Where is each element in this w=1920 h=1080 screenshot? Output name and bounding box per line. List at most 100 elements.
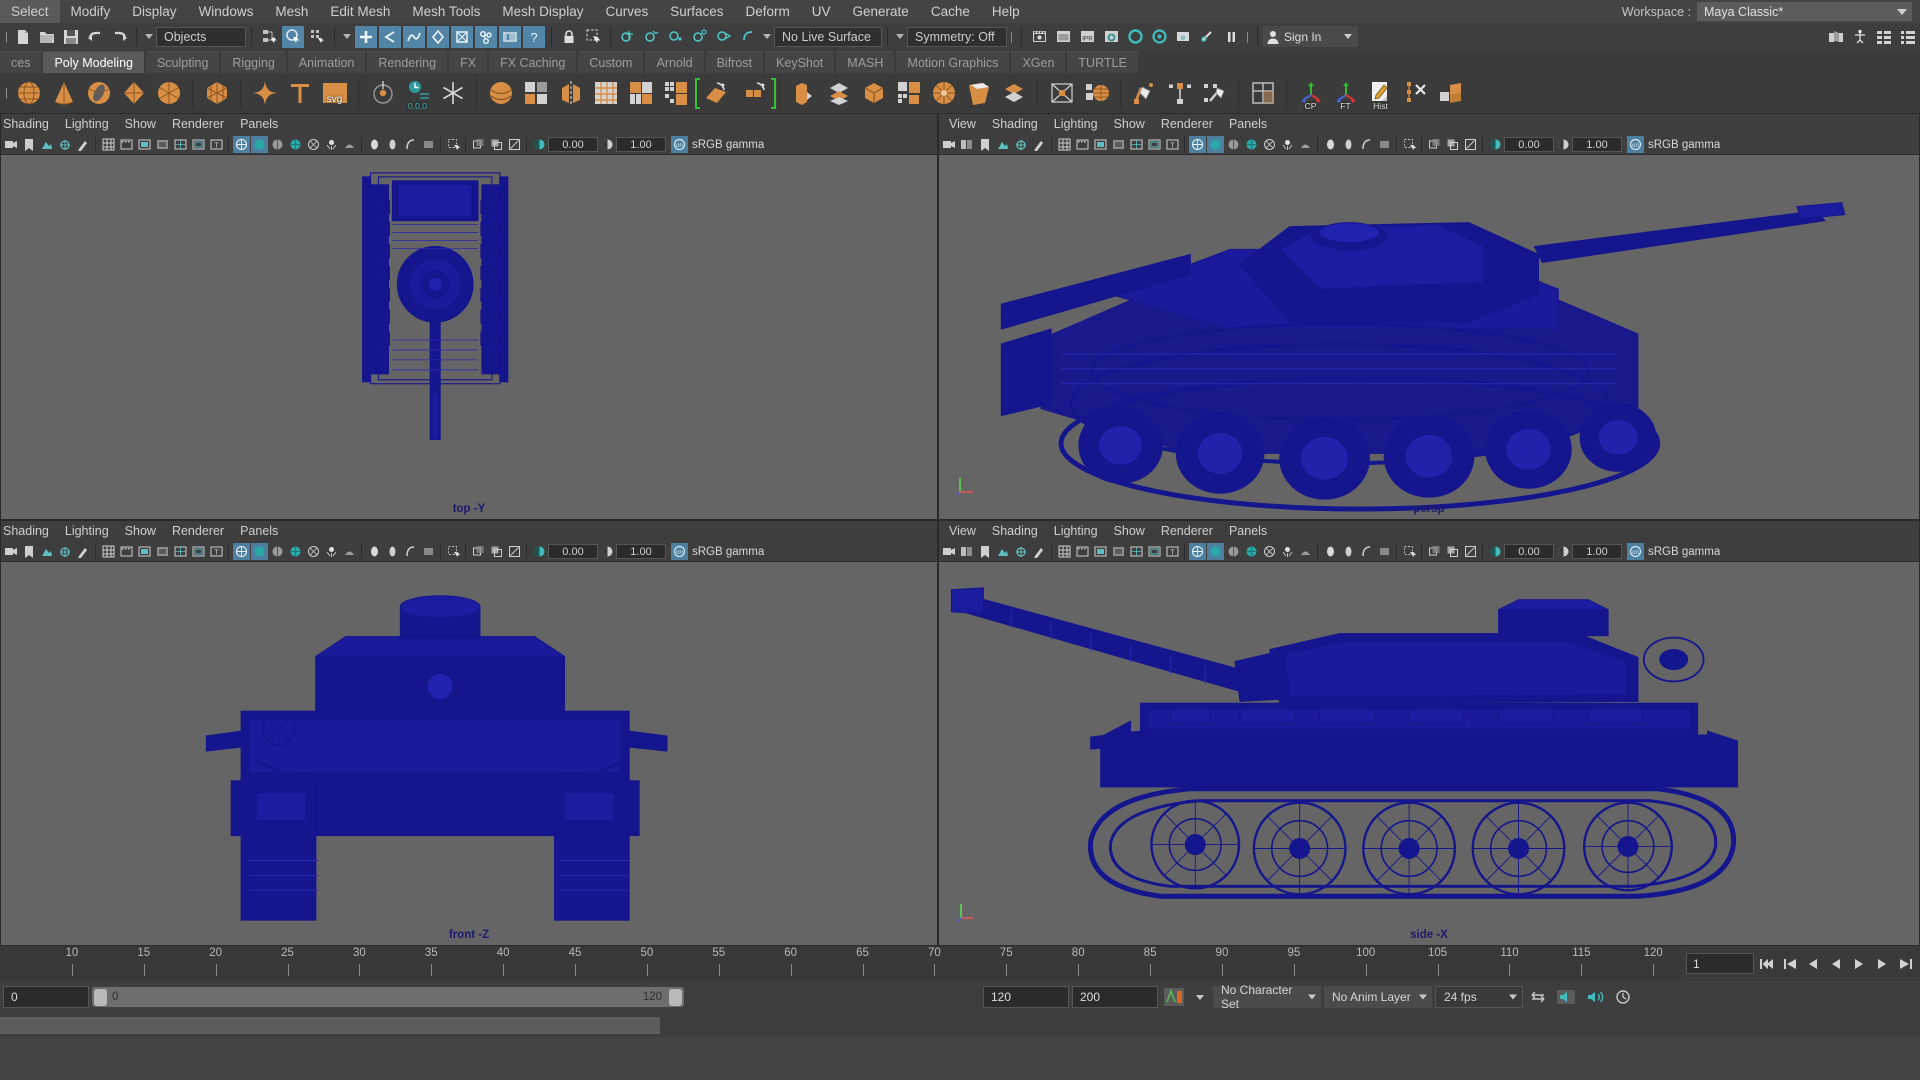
shade-wireframe-icon[interactable]	[269, 136, 286, 153]
append-polygon-icon[interactable]	[892, 77, 925, 110]
select-camera-icon[interactable]	[941, 543, 958, 560]
open-attribute-editor-icon[interactable]	[1849, 26, 1871, 48]
film-origin-icon[interactable]	[1128, 543, 1145, 560]
menu-item-generate[interactable]: Generate	[842, 0, 920, 23]
safe-action-icon[interactable]	[190, 543, 207, 560]
anim-layer-dropdown[interactable]: No Anim Layer	[1324, 986, 1432, 1008]
lock-icon[interactable]	[558, 26, 580, 48]
gate-mask-icon[interactable]	[154, 136, 171, 153]
viewport-panel-top[interactable]: Shading Lighting Show Renderer Panels	[0, 113, 938, 520]
shelf-tab-animation[interactable]: Animation	[288, 51, 366, 73]
two-panel-icon[interactable]	[959, 543, 976, 560]
quad-draw-icon[interactable]	[1246, 77, 1279, 110]
mask-surface-icon[interactable]	[403, 26, 425, 48]
panel-menu-lighting-side[interactable]: Lighting	[1046, 521, 1106, 542]
film-origin-icon[interactable]	[172, 543, 189, 560]
range-bar[interactable]: 0 120	[92, 987, 684, 1007]
menu-item-deform[interactable]: Deform	[735, 0, 801, 23]
wireframe-shading-icon[interactable]	[233, 136, 250, 153]
current-frame-field[interactable]: 1	[1686, 953, 1754, 974]
playback-end-field[interactable]: 200	[1072, 986, 1158, 1008]
shelf-tab-mash[interactable]: MASH	[836, 51, 894, 73]
merge-vertices-icon[interactable]	[997, 77, 1030, 110]
anti-alias-icon[interactable]	[402, 136, 419, 153]
range-start-handle[interactable]	[94, 989, 107, 1006]
poly-pipe-icon[interactable]	[152, 77, 185, 110]
snap-curve-icon[interactable]	[641, 26, 663, 48]
shelf-collapse-icon[interactable]: |	[2, 82, 11, 104]
open-channel-box-icon[interactable]	[1873, 26, 1895, 48]
undo-icon[interactable]	[84, 26, 106, 48]
menu-item-edit-mesh[interactable]: Edit Mesh	[319, 0, 401, 23]
shelf-tab-custom[interactable]: Custom	[578, 51, 643, 73]
safe-action-icon[interactable]	[1146, 543, 1163, 560]
textured-shading-icon[interactable]	[287, 136, 304, 153]
gamma-icon[interactable]	[599, 136, 616, 153]
delete-history-icon[interactable]	[1399, 77, 1432, 110]
live-surface-dropdown-icon[interactable]	[763, 34, 771, 39]
title-safe-icon[interactable]: T	[208, 543, 225, 560]
hypershade-icon[interactable]	[1124, 26, 1146, 48]
anim-end-field[interactable]: 120	[983, 986, 1069, 1008]
panel-menu-shading-front[interactable]: Shading	[0, 521, 57, 542]
image-plane-icon[interactable]	[39, 543, 56, 560]
panel-menu-panels-persp[interactable]: Panels	[1221, 114, 1275, 135]
ambient-occlusion-icon[interactable]	[341, 136, 358, 153]
color-space-persp[interactable]: on sRGB gamma	[1626, 136, 1720, 153]
shadows-icon[interactable]	[1279, 543, 1296, 560]
title-safe-icon[interactable]: T	[1164, 136, 1181, 153]
shelf-tab-poly-modeling[interactable]: Poly Modeling	[43, 51, 144, 73]
bookmark-icon[interactable]	[977, 543, 994, 560]
go-to-start-icon[interactable]	[1757, 953, 1777, 975]
animation-preferences-icon[interactable]	[1190, 986, 1210, 1008]
smooth-shading-icon[interactable]	[1207, 136, 1224, 153]
xray-joints-icon[interactable]	[488, 543, 505, 560]
viewport-panel-front[interactable]: Shading Lighting Show Renderer Panels	[0, 520, 938, 946]
shelf-tab-rigging[interactable]: Rigging	[221, 51, 285, 73]
image-plane-icon[interactable]	[995, 136, 1012, 153]
menu-item-mesh-tools[interactable]: Mesh Tools	[401, 0, 491, 23]
bookmark-icon[interactable]	[21, 543, 38, 560]
safe-action-icon[interactable]	[190, 136, 207, 153]
step-back-keyframe-icon[interactable]	[1780, 953, 1800, 975]
shelf-tab-surfaces[interactable]: ces	[0, 51, 41, 73]
render-settings-icon[interactable]	[1100, 26, 1122, 48]
select-camera-icon[interactable]	[3, 543, 20, 560]
shade-wireframe-icon[interactable]	[269, 543, 286, 560]
gamma-correct-icon[interactable]	[420, 136, 437, 153]
time-slider[interactable]: 1015202530354045505560657075808590951001…	[0, 946, 1920, 981]
safe-action-icon[interactable]	[1146, 136, 1163, 153]
mask-handle-icon[interactable]	[355, 26, 377, 48]
resolution-gate-icon[interactable]	[1092, 543, 1109, 560]
shade-wireframe-icon[interactable]	[1225, 543, 1242, 560]
panel-menu-panels-side[interactable]: Panels	[1221, 521, 1275, 542]
redo-icon[interactable]	[108, 26, 130, 48]
panel-menu-show-top[interactable]: Show	[117, 114, 164, 135]
film-gate-icon[interactable]	[118, 543, 135, 560]
color-space-front[interactable]: on sRGB gamma	[670, 543, 764, 560]
panel-menu-show-persp[interactable]: Show	[1106, 114, 1153, 135]
wireframe-shading-icon[interactable]	[1189, 136, 1206, 153]
sign-in-button[interactable]: Sign In	[1263, 26, 1358, 47]
render-region-icon[interactable]	[1052, 26, 1074, 48]
grease-pencil-icon[interactable]	[75, 136, 92, 153]
shelf-tab-turtle[interactable]: TURTLE	[1067, 51, 1137, 73]
anti-alias-icon[interactable]	[1358, 543, 1375, 560]
grid-toggle-icon[interactable]	[1056, 543, 1073, 560]
render-flipbook-icon[interactable]: e	[1172, 26, 1194, 48]
sculpt-target-icon[interactable]	[366, 77, 399, 110]
gamma-correct-icon[interactable]	[1376, 543, 1393, 560]
exposure-icon[interactable]	[1487, 543, 1504, 560]
two-panel-icon[interactable]	[959, 136, 976, 153]
shelf-tab-rendering[interactable]: Rendering	[367, 51, 447, 73]
exposure-field-front[interactable]: 0.00	[548, 544, 598, 559]
panel-menu-renderer-side[interactable]: Renderer	[1153, 521, 1221, 542]
color-management-icon[interactable]: on	[671, 136, 688, 153]
anti-alias-icon[interactable]	[1358, 136, 1375, 153]
mask-deform-icon[interactable]	[427, 26, 449, 48]
menu-item-cache[interactable]: Cache	[920, 0, 981, 23]
step-forward-keyframe-icon[interactable]	[1895, 953, 1915, 975]
panel-menu-show-side[interactable]: Show	[1106, 521, 1153, 542]
history-icon[interactable]: Hist	[1364, 77, 1397, 110]
anti-alias-icon[interactable]	[402, 543, 419, 560]
